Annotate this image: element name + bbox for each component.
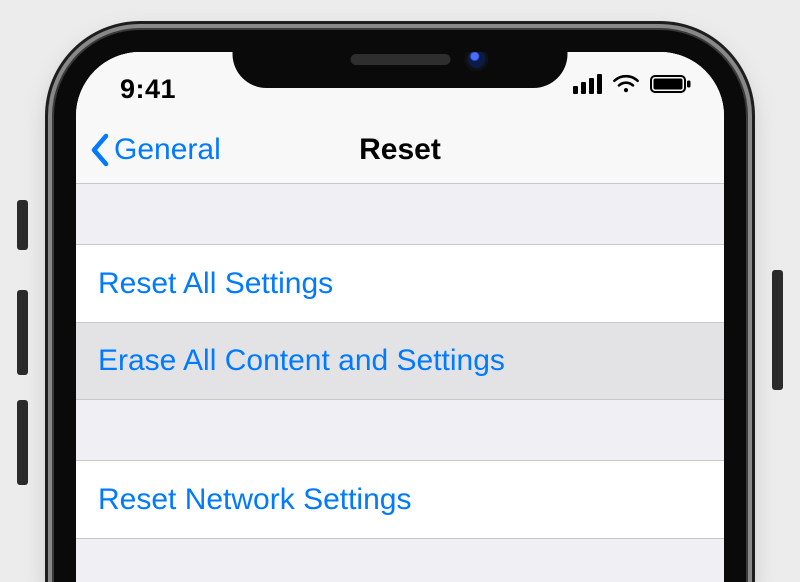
chevron-left-icon: [90, 133, 110, 167]
wifi-icon: [612, 74, 640, 94]
status-indicators: [573, 74, 692, 94]
battery-icon: [650, 74, 692, 94]
row-erase-all-content[interactable]: Erase All Content and Settings: [76, 322, 724, 399]
back-button[interactable]: General: [90, 133, 221, 167]
side-button-vol-down: [17, 400, 28, 485]
cellular-icon: [573, 74, 602, 94]
settings-group-2: Reset Network Settings: [76, 460, 724, 539]
row-reset-network-settings[interactable]: Reset Network Settings: [76, 461, 724, 538]
settings-group-1: Reset All Settings Erase All Content and…: [76, 244, 724, 400]
row-label: Reset Network Settings: [98, 483, 411, 517]
back-label: General: [114, 133, 221, 167]
nav-bar: General Reset: [76, 116, 724, 184]
notch: [233, 30, 568, 88]
speaker-grille: [350, 54, 450, 65]
screen: 9:41: [76, 52, 724, 582]
section-gap: [76, 400, 724, 460]
iphone-frame: 9:41: [54, 30, 746, 582]
side-button-silence: [17, 200, 28, 250]
status-time: 9:41: [120, 74, 176, 105]
row-label: Erase All Content and Settings: [98, 344, 505, 378]
row-label: Reset All Settings: [98, 267, 333, 301]
side-button-power: [772, 270, 783, 390]
section-gap: [76, 184, 724, 244]
front-camera: [468, 50, 486, 68]
row-reset-all-settings[interactable]: Reset All Settings: [76, 245, 724, 322]
side-button-vol-up: [17, 290, 28, 375]
page-title: Reset: [359, 133, 441, 167]
